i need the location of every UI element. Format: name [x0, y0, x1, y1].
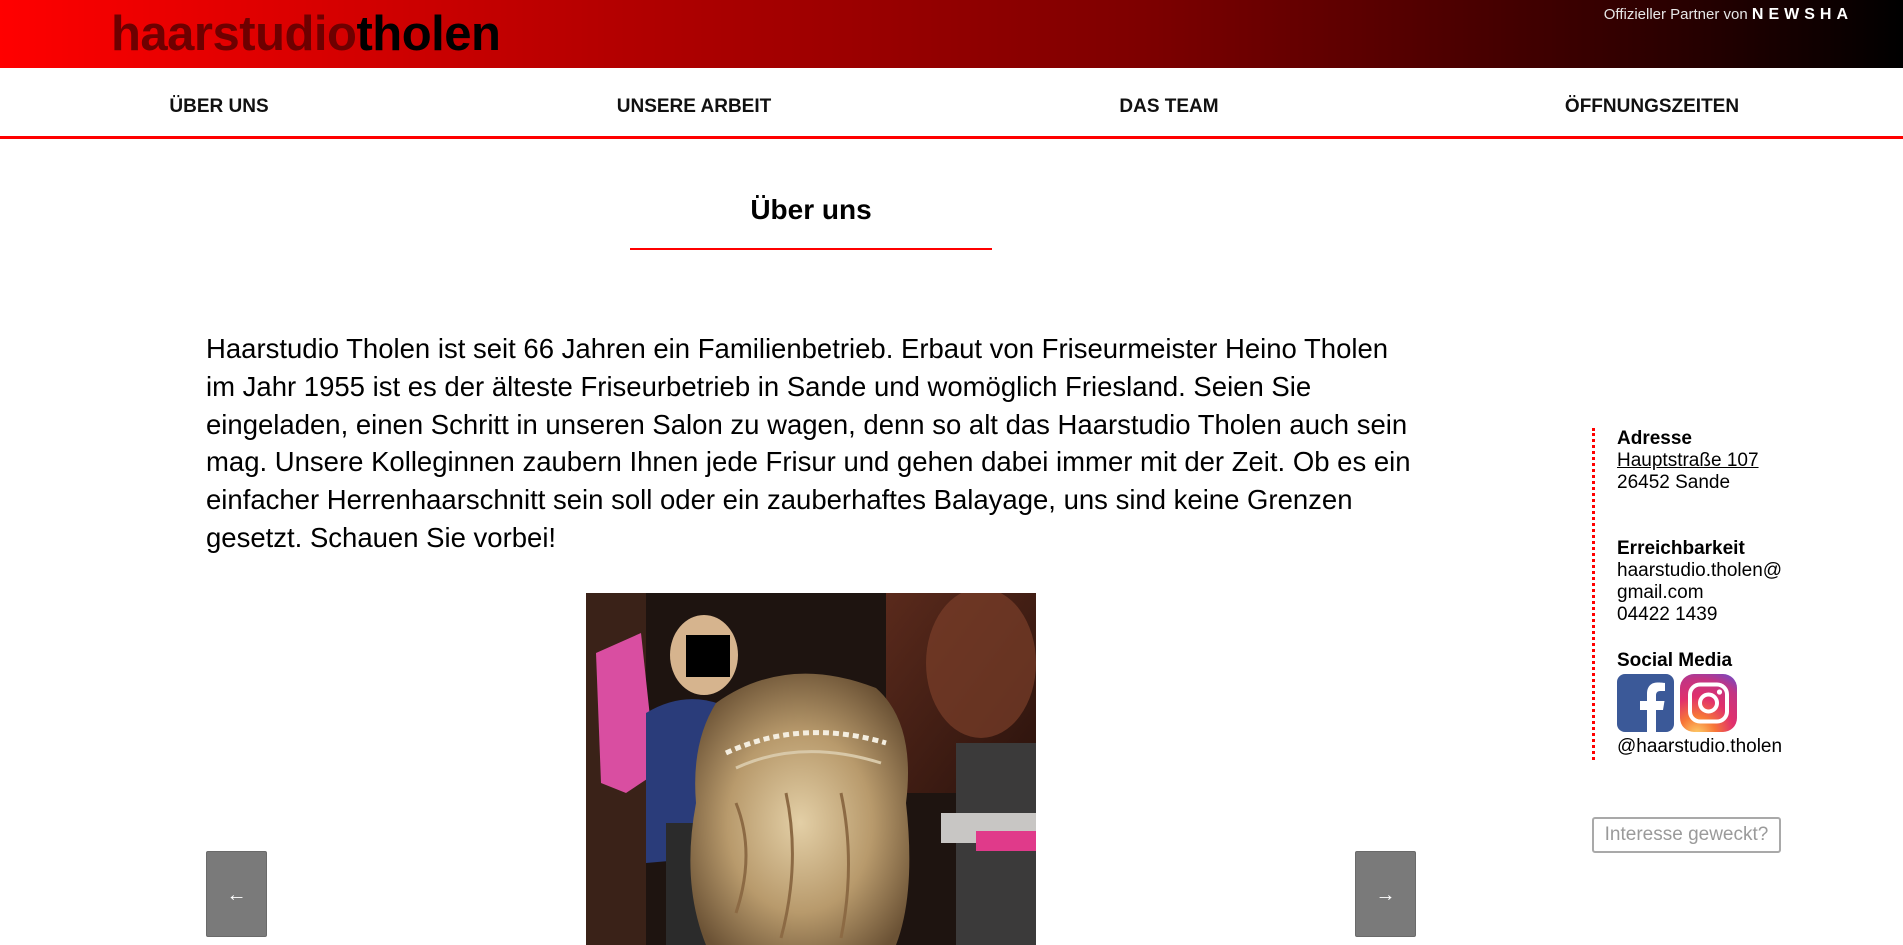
contact-sidebar: Adresse Hauptstraße 107 26452 Sande Erre…: [1592, 428, 1792, 760]
contact-block: Erreichbarkeit haarstudio.tholen@ gmail.…: [1617, 538, 1817, 626]
email-line-1[interactable]: haarstudio.tholen@: [1617, 560, 1817, 582]
social-heading: Social Media: [1617, 650, 1733, 671]
main-nav: ÜBER UNS UNSERE ARBEIT DAS TEAM ÖFFNUNGS…: [0, 68, 1903, 139]
contact-heading: Erreichbarkeit: [1617, 538, 1745, 559]
social-block: Social Media @haarstudio.tholen: [1617, 650, 1817, 758]
nav-item-ueber-uns[interactable]: ÜBER UNS: [169, 68, 268, 136]
facebook-icon[interactable]: [1617, 674, 1674, 732]
slider-photo: [586, 593, 1036, 945]
address-city: 26452 Sande: [1617, 472, 1731, 493]
page-title: Über uns: [750, 194, 872, 225]
slider-prev-button[interactable]: ←: [206, 851, 267, 937]
logo-part-tholen: tholen: [356, 7, 501, 61]
logo-part-haarstudio: haarstudio: [111, 7, 357, 61]
address-heading: Adresse: [1617, 428, 1692, 449]
arrow-left-icon: ←: [226, 884, 247, 906]
header-bar: haarstudiotholen Offizieller Partner von…: [0, 0, 1903, 68]
page: haarstudiotholen Offizieller Partner von…: [0, 0, 1903, 945]
intro-text: Haarstudio Tholen ist seit 66 Jahren ein…: [206, 333, 1411, 553]
title-underline: [630, 248, 992, 250]
address-block: Adresse Hauptstraße 107 26452 Sande: [1617, 428, 1817, 494]
partner-note: Offizieller Partner von NEWSHA: [1604, 6, 1853, 24]
phone-number[interactable]: 04422 1439: [1617, 604, 1817, 626]
email-line-2[interactable]: gmail.com: [1617, 582, 1817, 604]
arrow-right-icon: →: [1375, 884, 1396, 906]
nav-item-oeffnungszeiten[interactable]: ÖFFNUNGSZEITEN: [1565, 68, 1739, 136]
slider-next-button[interactable]: →: [1355, 851, 1416, 937]
partner-prefix: Offizieller Partner von: [1603, 6, 1748, 23]
logo[interactable]: haarstudiotholen: [111, 7, 501, 61]
social-handle[interactable]: @haarstudio.tholen: [1617, 736, 1817, 758]
social-icons: [1617, 674, 1817, 732]
address-street-link[interactable]: Hauptstraße 107: [1617, 450, 1759, 471]
nav-item-das-team[interactable]: DAS TEAM: [1119, 68, 1218, 136]
partner-brand: NEWSHA: [1751, 6, 1853, 23]
nav-item-unsere-arbeit[interactable]: UNSERE ARBEIT: [617, 68, 771, 136]
interest-button[interactable]: Interesse geweckt?: [1592, 817, 1781, 853]
instagram-icon[interactable]: [1680, 674, 1737, 732]
